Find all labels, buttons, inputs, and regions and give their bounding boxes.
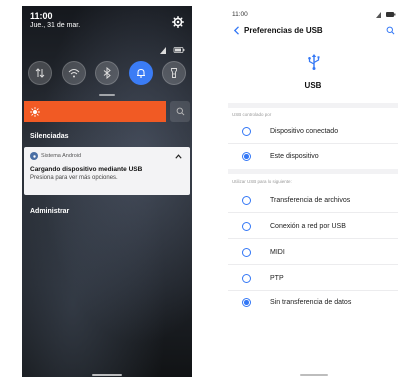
status-time: 11:00 xyxy=(30,11,53,21)
quick-settings-row xyxy=(28,61,186,87)
manage-notifications-link[interactable]: Administrar xyxy=(30,208,69,215)
page-title: Preferencias de USB xyxy=(244,25,323,35)
option-label: Dispositivo conectado xyxy=(270,127,339,135)
usb-charging-notification[interactable]: Sistema Android Cargando dispositivo med… xyxy=(24,147,190,195)
shade-search-button[interactable] xyxy=(170,101,190,122)
option-label: Transferencia de archivos xyxy=(270,196,351,204)
back-button[interactable] xyxy=(230,24,242,36)
notification-app-name: Sistema Android xyxy=(41,153,82,159)
silenced-header: Silenciadas xyxy=(30,133,69,140)
bell-icon xyxy=(136,68,145,78)
shade-drag-handle[interactable] xyxy=(99,94,115,96)
usb-heading: USB xyxy=(304,81,322,90)
option-no-data-transfer[interactable]: Sin transferencia de datos xyxy=(228,290,398,315)
sun-icon xyxy=(30,106,40,117)
usb-preferences-screen: 11:00 Preferencias de USB USB USB contro… xyxy=(228,6,398,377)
chevron-up-icon[interactable] xyxy=(174,152,183,161)
radio-file-transfer[interactable] xyxy=(242,195,251,205)
home-gesture-bar[interactable] xyxy=(92,374,122,376)
usb-icon xyxy=(308,54,320,70)
option-usb-tethering[interactable]: Conexión a red por USB xyxy=(228,214,398,239)
search-button[interactable] xyxy=(384,24,396,36)
radio-usb-tethering[interactable] xyxy=(242,221,251,231)
notification-body: Presiona para ver más opciones. xyxy=(30,175,118,181)
option-label: PTP xyxy=(270,274,284,282)
option-label: MIDI xyxy=(270,248,285,256)
qs-flashlight-tile[interactable] xyxy=(162,61,186,85)
qs-sound-tile[interactable] xyxy=(128,61,153,85)
radio-no-data-transfer[interactable] xyxy=(242,298,251,307)
signal-battery-icon xyxy=(376,12,396,18)
flashlight-icon xyxy=(171,68,177,78)
notification-shade: 11:00 Jue., 31 de mar. Silenciadas Siste… xyxy=(22,6,192,377)
wifi-icon xyxy=(68,69,79,78)
status-date: Jue., 31 de mar. xyxy=(30,22,81,29)
option-midi[interactable]: MIDI xyxy=(228,240,398,265)
search-icon xyxy=(176,107,184,116)
signal-battery-icon xyxy=(160,47,185,54)
radio-connected-device[interactable] xyxy=(242,126,251,136)
status-time: 11:00 xyxy=(232,11,248,18)
section-usb-controlled-by: USB controlado por xyxy=(232,112,272,117)
android-system-icon xyxy=(30,152,38,160)
option-label: Sin transferencia de datos xyxy=(270,299,352,306)
qs-wifi-tile[interactable] xyxy=(61,61,86,85)
option-file-transfer[interactable]: Transferencia de archivos xyxy=(228,188,398,213)
brightness-slider[interactable] xyxy=(24,101,166,122)
option-label: Este dispositivo xyxy=(270,153,319,160)
radio-this-device[interactable] xyxy=(242,152,251,161)
section-divider xyxy=(228,169,398,174)
home-gesture-bar[interactable] xyxy=(300,374,328,376)
notification-header: Sistema Android xyxy=(30,152,184,160)
search-icon xyxy=(386,26,394,34)
qs-data-tile[interactable] xyxy=(28,61,52,85)
option-this-device[interactable]: Este dispositivo xyxy=(228,144,398,169)
notification-title: Cargando dispositivo mediante USB xyxy=(30,166,143,173)
back-arrow-icon xyxy=(233,25,239,35)
section-use-usb-for: Utilizar USB para lo siguiente: xyxy=(232,179,292,184)
gear-icon[interactable] xyxy=(172,16,184,28)
option-label: Conexión a red por USB xyxy=(270,222,346,230)
section-divider xyxy=(228,103,398,108)
radio-midi[interactable] xyxy=(242,247,251,257)
data-transfer-icon xyxy=(35,68,45,78)
bluetooth-icon xyxy=(103,67,111,79)
option-connected-device[interactable]: Dispositivo conectado xyxy=(228,119,398,144)
app-toolbar: Preferencias de USB xyxy=(228,23,398,37)
qs-bluetooth-tile[interactable] xyxy=(95,61,119,85)
radio-ptp[interactable] xyxy=(242,273,251,283)
option-ptp[interactable]: PTP xyxy=(228,266,398,291)
